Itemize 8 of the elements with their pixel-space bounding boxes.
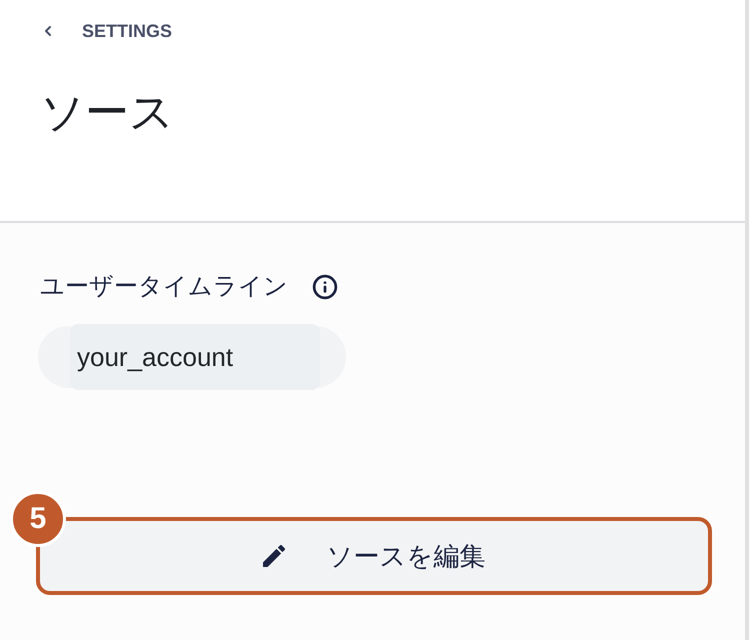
step-badge: 5	[10, 491, 66, 547]
account-name: your_account	[70, 324, 320, 390]
section-label: ユーザータイムライン	[40, 272, 288, 302]
pencil-icon	[262, 545, 284, 567]
info-icon[interactable]	[312, 274, 338, 300]
page-title: ソース	[40, 87, 174, 139]
back-link[interactable]: SETTINGS	[40, 18, 172, 44]
account-chip[interactable]: your_account	[38, 326, 346, 388]
